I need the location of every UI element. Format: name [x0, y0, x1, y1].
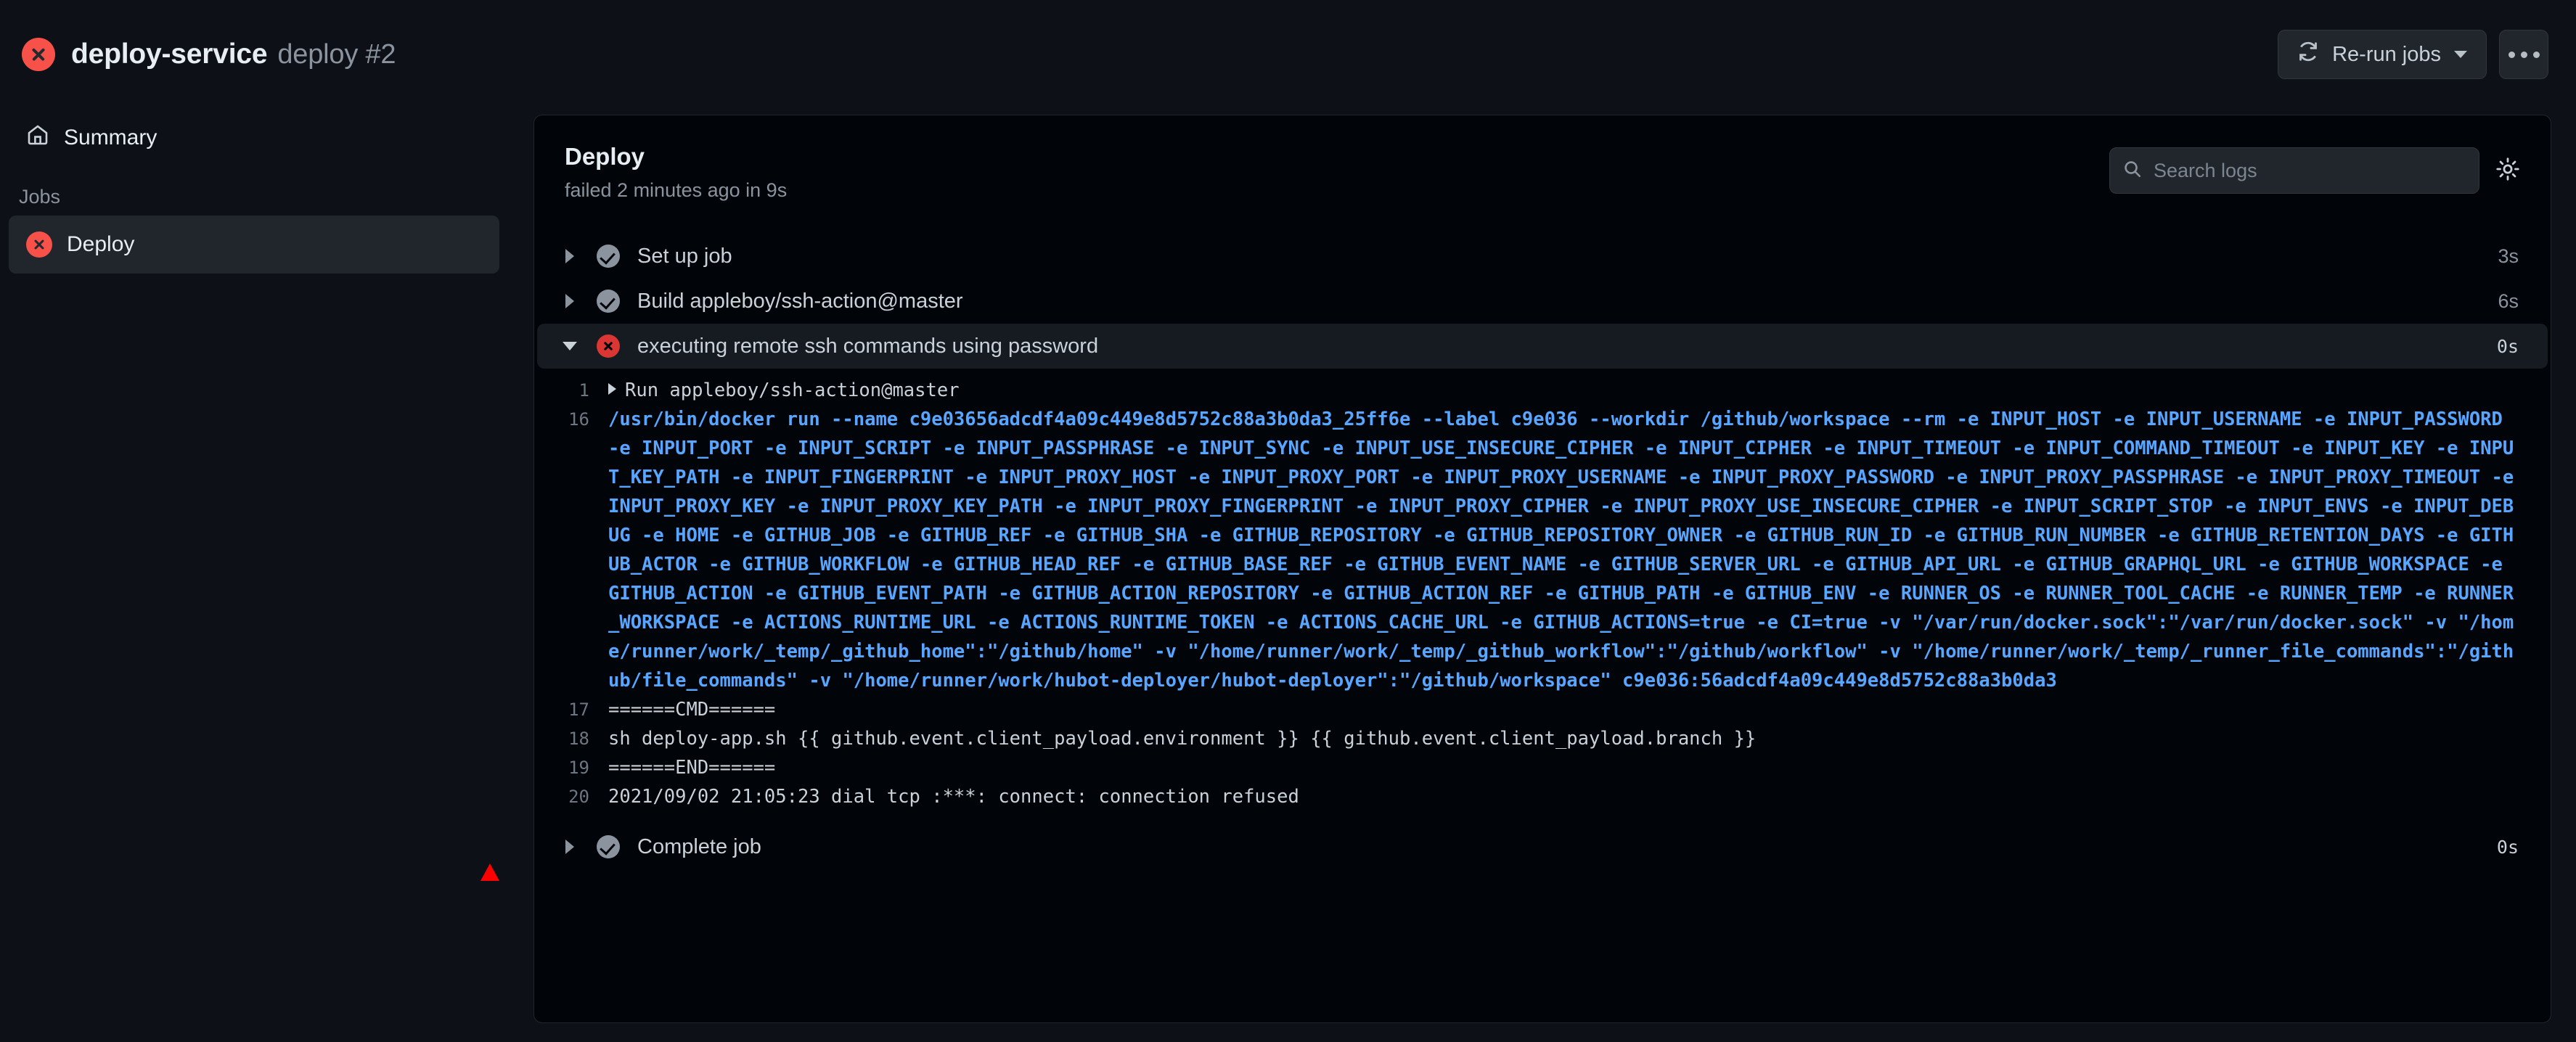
page-title: deploy-service deploy #2: [71, 38, 396, 70]
step-name: executing remote ssh commands using pass…: [637, 334, 1099, 358]
gear-icon[interactable]: [2495, 157, 2520, 185]
step-list: Set up job 3s Build appleboy/ssh-action@…: [534, 234, 2551, 869]
chevron-right-icon[interactable]: [560, 249, 579, 263]
log-line: 19 ======END======: [534, 753, 2522, 782]
log-line: 16 /usr/bin/docker run --name c9e03656ad…: [534, 405, 2522, 695]
step-row-complete-job[interactable]: Complete job 0s: [537, 824, 2548, 869]
success-check-icon: [597, 835, 620, 858]
log-line-text: ======END======: [608, 757, 776, 779]
step-name: Complete job: [637, 834, 761, 858]
line-number: 19: [568, 758, 589, 778]
sidebar: Summary Jobs Deploy: [0, 109, 508, 274]
log-line-text: Run appleboy/ssh-action@master: [625, 380, 960, 401]
top-bar: deploy-service deploy #2 Re-run jobs: [0, 0, 2576, 109]
log-panel-header: Deploy failed 2 minutes ago in 9s: [534, 115, 2551, 202]
line-number: 16: [568, 409, 589, 430]
sidebar-section-jobs: Jobs: [19, 186, 61, 208]
kebab-dot-icon: [2532, 51, 2540, 58]
step-row-expanded[interactable]: executing remote ssh commands using pass…: [537, 324, 2548, 369]
log-output[interactable]: 1 Run appleboy/ssh-action@master 16 /usr…: [534, 369, 2551, 811]
job-heading: Deploy failed 2 minutes ago in 9s: [565, 143, 787, 202]
step-duration: 0s: [2496, 335, 2519, 357]
log-line: 17 ======CMD======: [534, 695, 2522, 724]
red-triangle-marker: [481, 863, 499, 881]
header-actions: Re-run jobs: [2278, 30, 2548, 79]
log-line-text: ======CMD======: [608, 699, 776, 721]
log-toolbar: [2109, 147, 2520, 194]
sidebar-item-summary[interactable]: Summary: [9, 109, 499, 167]
sidebar-job-label: Deploy: [67, 232, 135, 256]
sidebar-item-deploy[interactable]: Deploy: [9, 216, 499, 274]
kebab-dot-icon: [2508, 51, 2515, 58]
step-duration: 3s: [2498, 245, 2519, 267]
failure-x-icon: [597, 335, 620, 358]
log-line: 18 sh deploy-app.sh {{ github.event.clie…: [534, 724, 2522, 753]
log-line-text: /usr/bin/docker run --name c9e03656adcdf…: [608, 409, 2525, 692]
chevron-down-icon[interactable]: [560, 342, 579, 350]
step-row[interactable]: Set up job 3s: [537, 234, 2548, 279]
failure-x-icon: [22, 38, 55, 71]
line-number: 1: [578, 380, 589, 401]
line-number: 20: [568, 787, 589, 807]
line-number: 17: [568, 700, 589, 720]
rerun-jobs-button[interactable]: Re-run jobs: [2278, 30, 2487, 79]
home-icon: [26, 123, 49, 152]
log-line: 20 2021/09/02 21:05:23 dial tcp :***: co…: [534, 782, 2522, 811]
refresh-icon: [2297, 41, 2319, 68]
run-header: deploy-service deploy #2: [22, 38, 396, 71]
job-title: Deploy: [565, 143, 645, 170]
search-input[interactable]: [2154, 159, 2466, 182]
job-status-text: failed 2 minutes ago in 9s: [565, 179, 788, 201]
failure-x-icon: [26, 231, 52, 258]
more-options-button[interactable]: [2499, 30, 2548, 79]
search-logs-field[interactable]: [2109, 147, 2479, 194]
step-duration: 0s: [2496, 836, 2519, 858]
kebab-dot-icon: [2520, 51, 2527, 58]
step-name: Build appleboy/ssh-action@master: [637, 289, 963, 313]
success-check-icon: [597, 245, 620, 268]
run-label: deploy #2: [277, 39, 396, 70]
chevron-right-icon[interactable]: [560, 294, 579, 308]
log-line-text: 2021/09/02 21:05:23 dial tcp :***: conne…: [608, 786, 1299, 808]
chevron-down-icon: [2454, 51, 2467, 58]
rerun-jobs-label: Re-run jobs: [2332, 42, 2441, 66]
workflow-name: deploy-service: [71, 38, 268, 70]
step-duration: 6s: [2498, 290, 2519, 312]
log-line: 1 Run appleboy/ssh-action@master: [534, 376, 2522, 405]
log-line-text: sh deploy-app.sh {{ github.event.client_…: [608, 728, 1757, 750]
success-check-icon: [597, 290, 620, 313]
line-number: 18: [568, 729, 589, 749]
run-expand-triangle-icon[interactable]: [608, 383, 616, 395]
step-name: Set up job: [637, 244, 732, 268]
search-icon: [2123, 160, 2142, 182]
sidebar-item-label: Summary: [64, 126, 158, 149]
chevron-right-icon[interactable]: [560, 840, 579, 854]
log-panel: Deploy failed 2 minutes ago in 9s Search…: [533, 115, 2551, 1023]
step-row[interactable]: Build appleboy/ssh-action@master 6s: [537, 279, 2548, 324]
